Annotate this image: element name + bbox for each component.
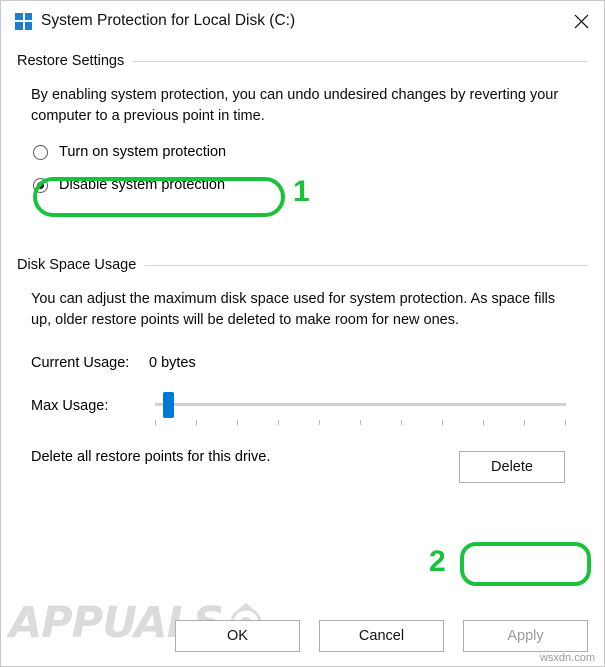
step-two-annotation: 2 [429, 545, 446, 578]
current-usage-label: Current Usage: [31, 355, 130, 372]
disk-space-usage-title: Disk Space Usage [17, 257, 137, 274]
cancel-button[interactable]: Cancel [319, 620, 444, 652]
group-divider [133, 60, 588, 62]
dialog-footer: OK Cancel Apply [1, 620, 604, 652]
windows-logo-icon [15, 12, 32, 30]
highlight-box-delete-button [460, 542, 591, 586]
current-usage-row: Current Usage: 0 bytes [31, 355, 574, 371]
close-icon[interactable] [558, 1, 604, 41]
delete-button[interactable]: Delete [459, 451, 565, 484]
delete-restore-points-text: Delete all restore points for this drive… [31, 449, 271, 466]
restore-settings-description: By enabling system protection, you can u… [31, 87, 559, 125]
radio-disable-label: Disable system protection [59, 177, 226, 194]
title-bar: System Protection for Local Disk (C:) [1, 1, 604, 41]
restore-settings-title: Restore Settings [17, 53, 125, 69]
radio-button-selected-icon[interactable] [33, 177, 48, 193]
radio-turn-on-system-protection[interactable]: Turn on system protection [31, 144, 574, 160]
current-usage-value: 0 bytes [149, 355, 196, 372]
max-usage-row: Max Usage: [31, 389, 574, 426]
apply-button: Apply [463, 620, 588, 652]
max-usage-slider[interactable] [155, 389, 574, 426]
radio-turn-on-label: Turn on system protection [59, 144, 227, 161]
system-protection-dialog: System Protection for Local Disk (C:) Re… [0, 0, 605, 667]
disk-space-usage-group: Disk Space Usage You can adjust the maxi… [17, 257, 588, 484]
delete-restore-points-row: Delete all restore points for this drive… [31, 449, 574, 484]
group-divider [145, 264, 588, 266]
window-title: System Protection for Local Disk (C:) [41, 12, 296, 29]
disk-space-usage-description: You can adjust the maximum disk space us… [31, 291, 556, 329]
restore-settings-group: Restore Settings By enabling system prot… [17, 53, 588, 193]
slider-ticks [155, 420, 566, 426]
ok-button[interactable]: OK [175, 620, 300, 652]
slider-track [155, 403, 566, 407]
radio-button-icon[interactable] [33, 144, 48, 160]
disk-space-usage-header: Disk Space Usage [17, 257, 588, 273]
watermark-site: wsxdn.com [539, 652, 595, 664]
disk-space-usage-body: You can adjust the maximum disk space us… [17, 289, 588, 484]
restore-settings-header: Restore Settings [17, 53, 588, 69]
dialog-content: Restore Settings By enabling system prot… [1, 53, 604, 484]
step-one-annotation: 1 [293, 175, 310, 208]
slider-thumb[interactable] [163, 392, 174, 419]
max-usage-label: Max Usage: [31, 398, 109, 415]
